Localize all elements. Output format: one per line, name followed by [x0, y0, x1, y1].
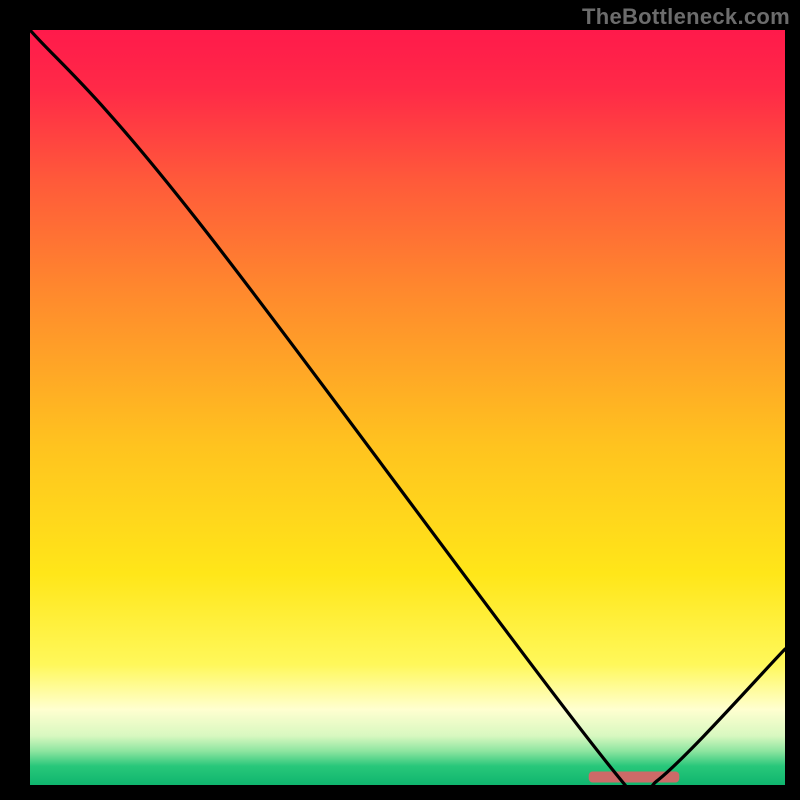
chart-frame: TheBottleneck.com: [0, 0, 800, 800]
bottleneck-chart: [30, 30, 785, 785]
plot-area: [30, 30, 785, 785]
gradient-background: [30, 30, 785, 785]
attribution-label: TheBottleneck.com: [582, 4, 790, 30]
